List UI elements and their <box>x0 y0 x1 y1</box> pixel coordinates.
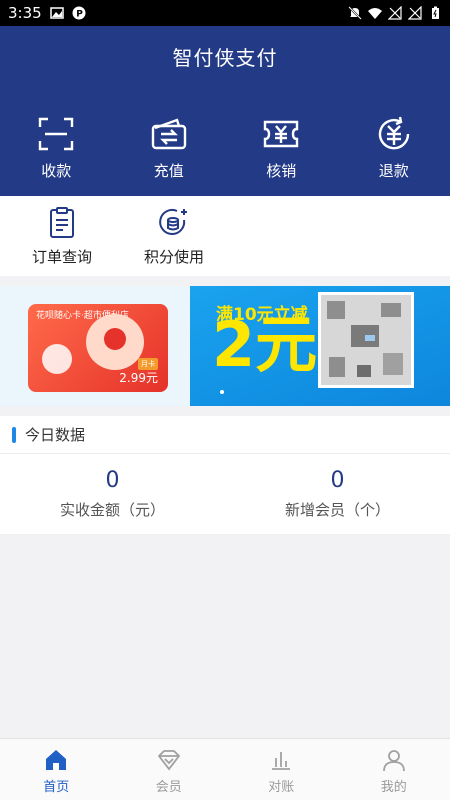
banner-dot <box>220 390 224 394</box>
app-title: 智付侠支付 <box>172 46 278 70</box>
ticket-icon <box>264 120 299 148</box>
order-query-label: 订单查询 <box>31 248 92 266</box>
quick-menu: 订单查询 积分使用 <box>0 196 450 276</box>
banner-pager <box>220 390 224 394</box>
status-time: 3:35 <box>8 4 42 22</box>
banner-card-area: 花呗随心卡·超市便利店 月卡 2.99元 <box>0 286 190 406</box>
collect-payment-button[interactable]: 收款 <box>0 114 113 181</box>
received-amount-label: 实收金额（元） <box>59 500 165 519</box>
header: 智付侠支付 收款 充值 核销 退款 <box>0 26 450 196</box>
tab-home-label: 首页 <box>43 780 70 795</box>
tab-reconciliation[interactable]: 对账 <box>225 739 338 800</box>
qr-code-image <box>318 292 414 388</box>
order-list-icon <box>50 207 74 238</box>
membership-card-image: 花呗随心卡·超市便利店 月卡 2.99元 <box>28 304 168 392</box>
user-icon <box>382 750 405 772</box>
today-data-header: 今日数据 <box>0 416 450 454</box>
tab-profile[interactable]: 我的 <box>338 739 450 800</box>
scan-icon <box>39 117 74 151</box>
header-actions: 收款 充值 核销 退款 <box>0 114 450 181</box>
section-accent-bar <box>12 426 16 443</box>
mute-icon <box>348 6 362 20</box>
stat-new-members: 0 新增会员（个） <box>225 454 450 534</box>
card-price: 2.99元 <box>119 371 158 385</box>
home-icon <box>46 750 67 770</box>
stat-received-amount: 0 实收金额（元） <box>0 454 225 534</box>
today-stats: 0 实收金额（元） 0 新增会员（个） <box>0 454 450 534</box>
redeem-button[interactable]: 核销 <box>225 114 338 181</box>
recharge-button[interactable]: 充值 <box>113 114 226 181</box>
banner-promo-area: 满10元立减 2元 <box>190 286 450 406</box>
new-members-label: 新增会员（个） <box>284 500 390 519</box>
svg-text:P: P <box>76 10 83 20</box>
today-data-title: 今日数据 <box>25 426 86 444</box>
tab-profile-label: 我的 <box>380 780 407 795</box>
card-ball <box>42 344 72 374</box>
order-query-button[interactable]: 订单查询 <box>8 196 116 276</box>
promo-big: 2元 <box>212 308 318 381</box>
diamond-icon <box>157 750 180 771</box>
redeem-label: 核销 <box>266 162 297 180</box>
wallet-icon <box>151 118 186 150</box>
status-bar: 3:35 P <box>0 0 450 26</box>
tab-members[interactable]: 会员 <box>113 739 226 800</box>
collect-payment-label: 收款 <box>41 162 72 180</box>
new-members-value: 0 <box>330 468 345 494</box>
card-logo-center <box>104 328 126 350</box>
p-icon: P <box>72 6 86 20</box>
refund-label: 退款 <box>378 162 409 180</box>
bar-chart-icon <box>272 752 291 770</box>
tab-home[interactable]: 首页 <box>0 739 113 800</box>
signal-icon <box>388 6 402 20</box>
tab-members-label: 会员 <box>155 780 182 795</box>
tab-reconciliation-label: 对账 <box>268 780 295 795</box>
promo-banner[interactable]: 花呗随心卡·超市便利店 月卡 2.99元 满10元立减 2元 <box>0 286 450 406</box>
recharge-label: 充值 <box>153 162 184 180</box>
bottom-tab-bar: 首页 会员 对账 我的 <box>0 738 450 800</box>
points-icon <box>159 208 187 235</box>
signal-icon <box>408 6 422 20</box>
points-use-button[interactable]: 积分使用 <box>120 196 228 276</box>
points-use-label: 积分使用 <box>143 248 204 266</box>
wifi-icon <box>368 8 382 19</box>
image-icon <box>49 7 64 19</box>
refund-icon <box>378 116 409 150</box>
battery-icon <box>432 6 439 19</box>
received-amount-value: 0 <box>105 468 120 494</box>
refund-button[interactable]: 退款 <box>338 114 450 181</box>
